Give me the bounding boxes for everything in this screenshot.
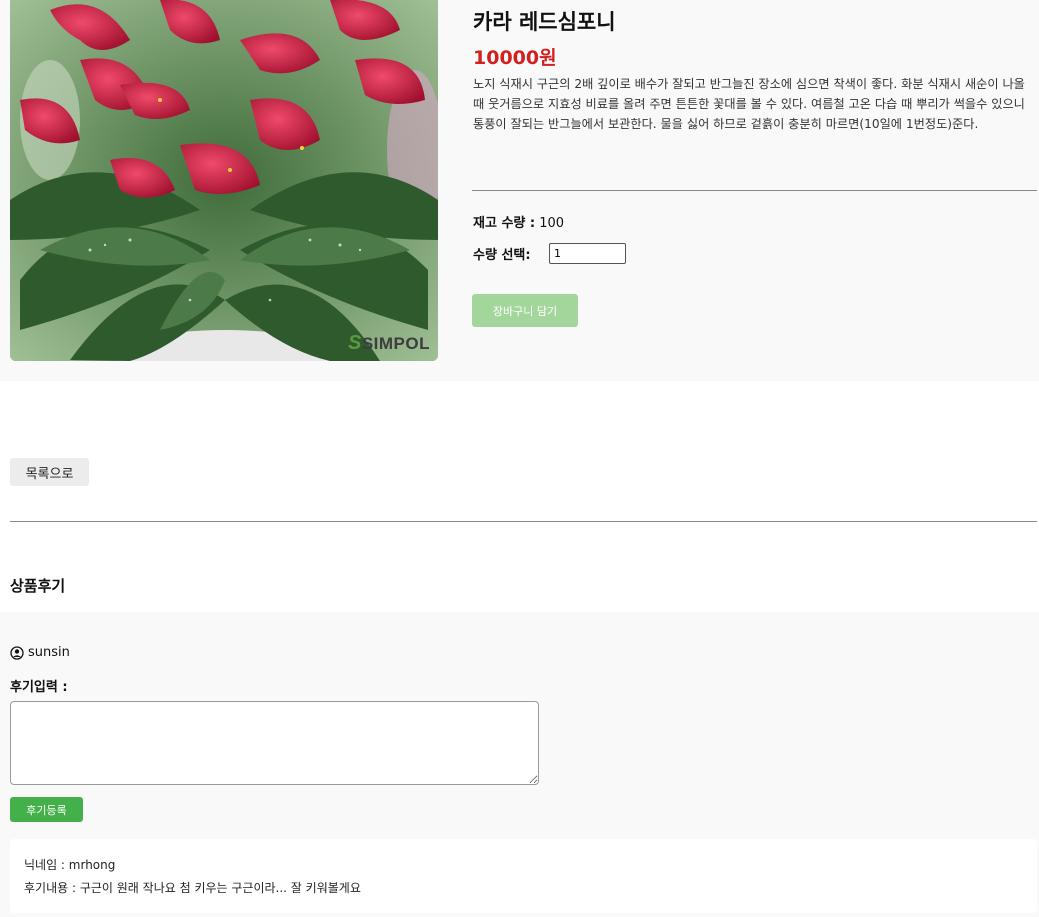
stock-row: 재고 수량 : 100 [473,212,564,231]
divider [472,190,1037,191]
submit-review-button[interactable]: 후기등록 [10,797,83,822]
back-to-list-button[interactable]: 목록으로 [10,458,89,486]
product-title: 카라 레드심포니 [473,10,616,34]
product-image: SSIMPOL [10,0,438,361]
stock-label: 재고 수량 : [473,216,536,231]
divider [10,521,1037,522]
product-description: 노지 식재시 구근의 2배 깊이로 배수가 잘되고 반그늘진 장소에 심으면 착… [473,77,1025,131]
review-textarea[interactable] [10,701,539,785]
review-input-label: 후기입력 : [10,680,68,695]
review-nickname: 닉네임 : mrhong [24,858,116,872]
product-price: 10000원 [473,47,557,69]
add-to-cart-button[interactable]: 장바구니 담기 [472,294,578,327]
current-user-name: sunsin [28,645,70,660]
review-item [10,839,1037,913]
brand-logo: SSIMPOL [347,332,430,354]
current-user: sunsin [10,645,70,660]
review-content: 후기내용 : 구근이 원래 작나요 첨 키우는 구근이라... 잘 키워볼게요 [24,881,361,895]
review-heading: 상품후기 [10,577,66,595]
user-circle-icon [10,645,24,660]
quantity-label: 수량 선택: [473,248,531,263]
quantity-input[interactable] [549,243,626,264]
stock-value: 100 [539,216,565,231]
